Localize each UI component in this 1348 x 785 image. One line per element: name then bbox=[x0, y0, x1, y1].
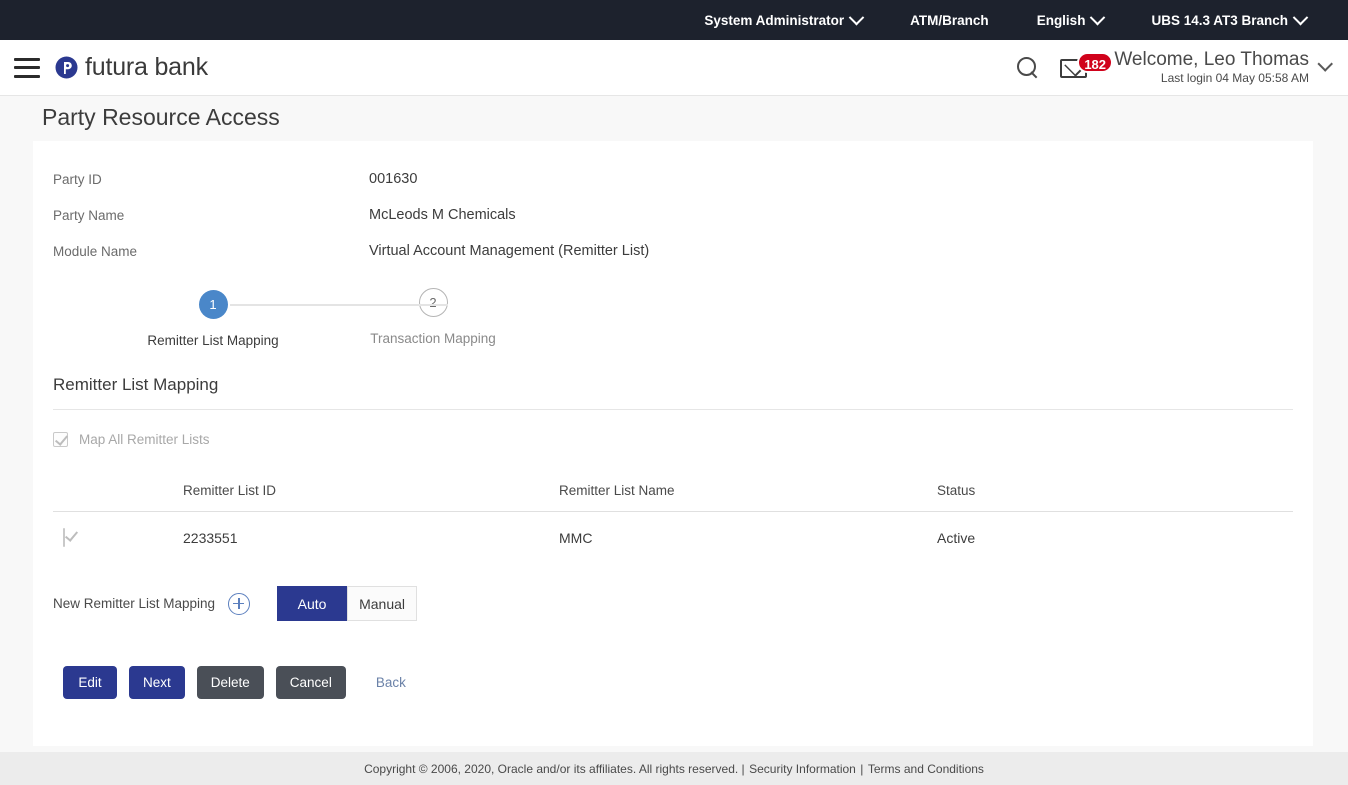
footer-copyright: Copyright © 2006, 2020, Oracle and/or it… bbox=[364, 761, 745, 776]
table-header-status: Status bbox=[937, 482, 976, 498]
map-all-remitter-lists-row[interactable]: Map All Remitter Lists bbox=[53, 432, 1313, 447]
next-button[interactable]: Next bbox=[129, 666, 185, 699]
topbar-label: System Administrator bbox=[704, 12, 845, 28]
step-label: Transaction Mapping bbox=[370, 331, 496, 346]
topbar-item-atm-branch[interactable]: ATM/Branch bbox=[886, 13, 1013, 28]
new-remitter-list-mapping-row: New Remitter List Mapping Auto Manual bbox=[53, 586, 1313, 621]
stepper-step-1[interactable]: 1 Remitter List Mapping bbox=[143, 290, 283, 348]
last-login: Last login 04 May 05:58 AM bbox=[1160, 70, 1309, 85]
app-page: System Administrator ATM/Branch English … bbox=[0, 0, 1348, 785]
detail-row-party-name: Party Name McLeods M Chemicals bbox=[53, 197, 1313, 233]
new-mapping-label: New Remitter List Mapping bbox=[53, 596, 216, 611]
party-details: Party ID 001630 Party Name McLeods M Che… bbox=[33, 141, 1313, 269]
page-title-bar: Party Resource Access bbox=[0, 96, 1348, 139]
remitter-list-table: Remitter List ID Remitter List Name Stat… bbox=[53, 469, 1293, 564]
hamburger-icon[interactable] bbox=[14, 57, 40, 78]
detail-label: Party Name bbox=[53, 207, 125, 223]
mail-icon[interactable]: 182 bbox=[1060, 51, 1114, 81]
table-header-remitter-list-id: Remitter List ID bbox=[183, 482, 277, 498]
detail-value: Virtual Account Management (Remitter Lis… bbox=[369, 243, 650, 259]
chevron-down-icon bbox=[1292, 9, 1309, 25]
map-all-label: Map All Remitter Lists bbox=[79, 432, 210, 447]
welcome-text: Welcome, Leo Thomas Last login 04 May 05… bbox=[1114, 48, 1309, 86]
wizard-stepper: 1 Remitter List Mapping 2 Transaction Ma… bbox=[33, 285, 1313, 363]
topbar-label: ATM/Branch bbox=[910, 12, 989, 28]
detail-row-party-id: Party ID 001630 bbox=[53, 161, 1313, 197]
top-utility-bar: System Administrator ATM/Branch English … bbox=[0, 0, 1348, 40]
detail-value: 001630 bbox=[369, 171, 418, 187]
brand-name: futura bank bbox=[85, 53, 208, 81]
chevron-down-icon bbox=[1090, 9, 1106, 25]
toggle-option-manual[interactable]: Manual bbox=[347, 586, 418, 621]
footer-separator: | bbox=[860, 761, 864, 776]
profile-menu[interactable]: Welcome, Leo Thomas Last login 04 May 05… bbox=[1114, 48, 1333, 86]
section-title: Remitter List Mapping bbox=[53, 375, 219, 394]
table-header-remitter-list-name: Remitter List Name bbox=[559, 482, 675, 498]
row-checkbox[interactable] bbox=[63, 528, 65, 547]
brand-logo[interactable]: futura bank bbox=[54, 53, 208, 82]
detail-value: McLeods M Chemicals bbox=[369, 207, 516, 223]
detail-row-module-name: Module Name Virtual Account Management (… bbox=[53, 233, 1313, 269]
page-title: Party Resource Access bbox=[42, 104, 280, 130]
topbar-label: UBS 14.3 AT3 Branch bbox=[1151, 12, 1288, 28]
plus-circle-icon[interactable] bbox=[228, 592, 251, 615]
cell-remitter-list-id: 2233551 bbox=[183, 530, 238, 546]
back-button[interactable]: Back bbox=[358, 666, 420, 699]
security-information-link[interactable]: Security Information bbox=[749, 762, 856, 776]
header-actions: 182 Welcome, Leo Thomas Last login 04 Ma… bbox=[1016, 48, 1333, 86]
topbar-label: English bbox=[1036, 12, 1086, 28]
terms-and-conditions-link[interactable]: Terms and Conditions bbox=[868, 762, 984, 776]
detail-label: Module Name bbox=[53, 243, 138, 259]
section-divider bbox=[53, 409, 1293, 410]
delete-button[interactable]: Delete bbox=[196, 666, 264, 699]
chevron-down-icon bbox=[848, 9, 865, 25]
topbar-item-branch[interactable]: UBS 14.3 AT3 Branch bbox=[1127, 9, 1330, 28]
cancel-button[interactable]: Cancel bbox=[275, 666, 346, 699]
detail-label: Party ID bbox=[53, 171, 102, 187]
cell-remitter-list-name: MMC bbox=[559, 530, 593, 546]
step-number: 2 bbox=[418, 288, 448, 317]
main-card: Party ID 001630 Party Name McLeods M Che… bbox=[33, 141, 1313, 746]
page-footer: Copyright © 2006, 2020, Oracle and/or it… bbox=[0, 752, 1348, 785]
stepper-connector bbox=[230, 304, 448, 306]
mail-badge: 182 bbox=[1077, 51, 1114, 73]
map-all-checkbox[interactable] bbox=[53, 432, 68, 447]
stepper-step-2[interactable]: 2 Transaction Mapping bbox=[363, 288, 503, 346]
action-buttons: Edit Next Delete Cancel Back bbox=[63, 666, 1313, 699]
topbar-item-language[interactable]: English bbox=[1013, 9, 1128, 28]
step-label: Remitter List Mapping bbox=[147, 333, 279, 348]
topbar-item-system-administrator[interactable]: System Administrator bbox=[680, 9, 886, 28]
mapping-mode-toggle: Auto Manual bbox=[277, 586, 418, 621]
cell-status: Active bbox=[937, 530, 976, 546]
row-checkbox-cell[interactable] bbox=[53, 528, 183, 547]
edit-button[interactable]: Edit bbox=[63, 666, 117, 699]
app-header: futura bank 182 Welcome, Leo Thomas Last… bbox=[0, 40, 1348, 96]
chevron-down-icon bbox=[1317, 56, 1333, 72]
search-icon[interactable] bbox=[1016, 56, 1040, 80]
welcome-greeting: Welcome, Leo Thomas bbox=[1114, 48, 1309, 70]
table-row[interactable]: 2233551 MMC Active bbox=[53, 512, 1293, 564]
step-number: 1 bbox=[198, 290, 228, 319]
futura-logo-icon bbox=[54, 55, 79, 80]
toggle-option-auto[interactable]: Auto bbox=[277, 586, 348, 621]
table-header-row: Remitter List ID Remitter List Name Stat… bbox=[53, 469, 1293, 511]
